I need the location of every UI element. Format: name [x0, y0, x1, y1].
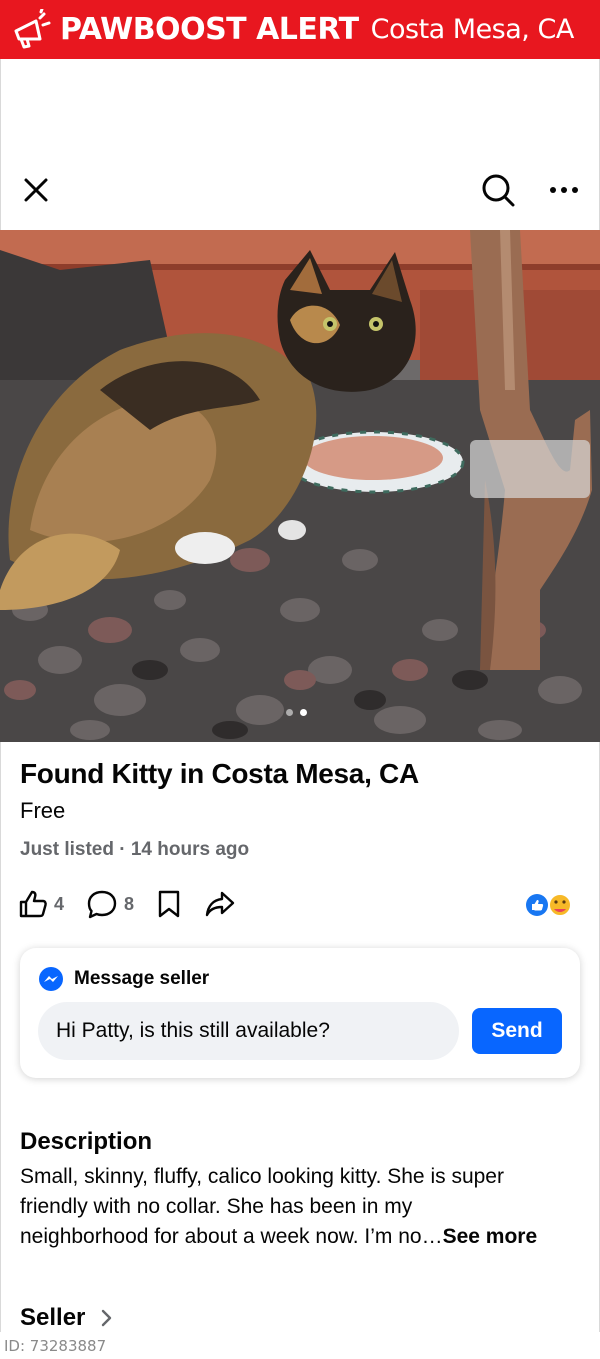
message-seller-card: Message seller Hi Patty, is this still a… [20, 948, 580, 1078]
share-icon [205, 891, 235, 917]
comment-icon [87, 890, 117, 919]
seller-heading: Seller [20, 1304, 86, 1331]
listing-title: Found Kitty in Costa Mesa, CA [20, 758, 419, 789]
listing-photo[interactable] [0, 230, 600, 742]
like-button[interactable]: 4 [18, 889, 64, 919]
messenger-icon [39, 967, 63, 991]
thumbs-up-icon [19, 890, 47, 918]
message-header: Message seller [38, 966, 209, 992]
like-count: 4 [54, 893, 65, 914]
alert-banner: PAWBOOST ALERT Costa Mesa, CA [0, 0, 600, 59]
close-icon[interactable] [16, 170, 56, 210]
see-more-link[interactable]: See more [443, 1225, 538, 1248]
cat-photo-illustration [0, 230, 600, 742]
description-line: Small, skinny, fluffy, calico looking ki… [20, 1165, 504, 1188]
more-icon[interactable] [544, 170, 584, 210]
bookmark-icon [158, 890, 180, 918]
megaphone-icon [14, 8, 51, 48]
description-line: neighborhood for about a week now. I’m n… [20, 1225, 443, 1248]
message-input[interactable]: Hi Patty, is this still available? [38, 1002, 459, 1060]
description-heading: Description [20, 1128, 153, 1155]
chevron-right-icon [102, 1309, 112, 1327]
message-header-label: Message seller [74, 968, 210, 989]
alert-brand: PAWBOOST ALERT [60, 12, 359, 47]
action-row: 4 8 [18, 886, 258, 922]
comment-count: 8 [124, 893, 135, 914]
carousel-indicator[interactable] [286, 709, 307, 716]
description-line-last: neighborhood for about a week now. I’m n… [20, 1222, 585, 1252]
send-button[interactable]: Send [472, 1008, 562, 1054]
reaction-summary[interactable] [524, 891, 574, 919]
listing-price: Free [20, 798, 66, 823]
description-line: friendly with no collar. She has been in… [20, 1195, 413, 1218]
alert-id: ID: 73283887 [4, 1337, 107, 1355]
care-reaction-icon [548, 893, 572, 917]
seller-section[interactable]: Seller [20, 1304, 113, 1332]
share-button[interactable] [204, 889, 236, 919]
comment-button[interactable]: 8 [86, 889, 134, 919]
save-button[interactable] [156, 889, 182, 919]
listing-meta: Just listed · 14 hours ago [20, 839, 250, 860]
search-icon[interactable] [478, 170, 518, 210]
description-text: Small, skinny, fluffy, calico looking ki… [20, 1162, 585, 1252]
carousel-dot[interactable] [286, 709, 293, 716]
carousel-dot-active[interactable] [300, 709, 307, 716]
alert-location: Costa Mesa, CA [370, 14, 575, 45]
listing-topbar [0, 170, 600, 210]
